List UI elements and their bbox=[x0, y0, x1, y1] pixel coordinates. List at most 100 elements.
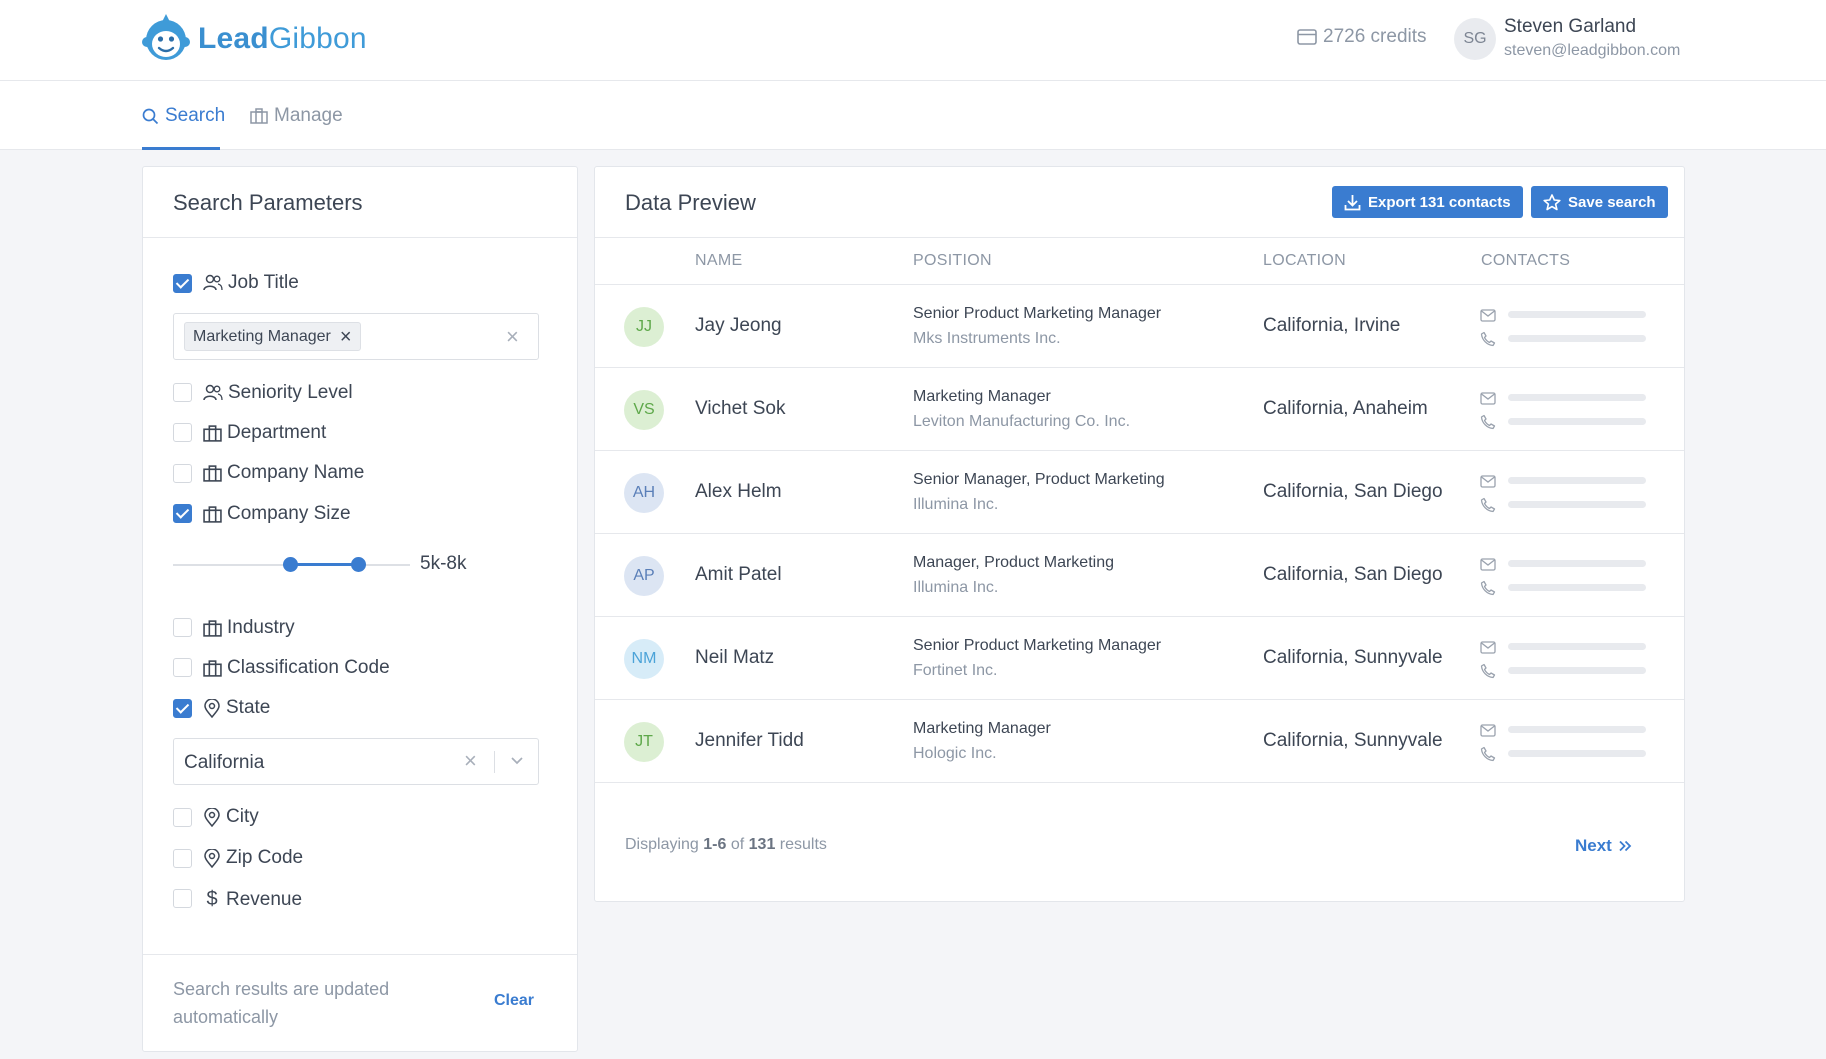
contact-name: Amit Patel bbox=[695, 564, 782, 585]
email-placeholder-bar bbox=[1508, 643, 1646, 650]
state-label: State bbox=[203, 697, 270, 719]
phone-icon bbox=[1480, 497, 1496, 513]
slider-max-handle[interactable] bbox=[351, 557, 366, 572]
contact-avatar: AP bbox=[624, 556, 664, 596]
contact-position: Manager, Product Marketing bbox=[913, 554, 1114, 571]
table-row[interactable]: VS Vichet Sok Marketing Manager Leviton Man… bbox=[595, 368, 1684, 451]
email-icon bbox=[1480, 309, 1496, 322]
contact-position: Senior Product Marketing Manager bbox=[913, 305, 1162, 322]
preview-header-divider bbox=[595, 237, 1684, 238]
search-parameters-panel bbox=[142, 166, 578, 1052]
table-row[interactable]: AP Amit Patel Manager, Product Marketing Il… bbox=[595, 534, 1684, 617]
phone-placeholder-bar bbox=[1508, 667, 1646, 674]
download-icon bbox=[1344, 194, 1361, 210]
location-pin-icon bbox=[204, 848, 220, 868]
seniority-checkbox[interactable] bbox=[173, 383, 192, 402]
phone-icon bbox=[1480, 663, 1496, 679]
email-placeholder-bar bbox=[1508, 726, 1646, 733]
state-select[interactable]: California × bbox=[173, 738, 539, 785]
building-icon bbox=[203, 659, 222, 677]
contact-company: Fortinet Inc. bbox=[913, 662, 998, 679]
users-icon bbox=[203, 384, 223, 401]
contact-name: Jennifer Tidd bbox=[695, 730, 804, 751]
job-title-checkbox[interactable] bbox=[173, 274, 192, 293]
contact-avatar: JT bbox=[624, 722, 664, 762]
email-placeholder-bar bbox=[1508, 477, 1646, 484]
table-row[interactable]: AH Alex Helm Senior Manager, Product Marke… bbox=[595, 451, 1684, 534]
industry-label: Industry bbox=[203, 617, 295, 639]
contact-location: California, San Diego bbox=[1263, 564, 1443, 585]
save-search-button[interactable]: Save search bbox=[1531, 186, 1668, 218]
contact-name: Vichet Sok bbox=[695, 398, 786, 419]
preview-panel-title: Data Preview bbox=[625, 190, 756, 215]
clear-job-title-icon[interactable]: × bbox=[506, 326, 519, 348]
user-avatar[interactable]: SG bbox=[1454, 18, 1496, 60]
email-placeholder-bar bbox=[1508, 560, 1646, 567]
export-contacts-button[interactable]: Export 131 contacts bbox=[1332, 186, 1523, 218]
table-row[interactable]: JJ Jay Jeong Senior Product Marketing Mana… bbox=[595, 285, 1684, 368]
table-row[interactable]: NM Neil Matz Senior Product Marketing Mana… bbox=[595, 617, 1684, 700]
contact-company: Illumina Inc. bbox=[913, 496, 999, 513]
state-select-value: California bbox=[184, 752, 265, 773]
table-row[interactable]: JT Jennifer Tidd Marketing Manager Hologic … bbox=[595, 700, 1684, 783]
revenue-label: $ Revenue bbox=[203, 888, 302, 911]
contact-name: Neil Matz bbox=[695, 647, 775, 668]
dollar-icon: $ bbox=[206, 888, 218, 910]
email-icon bbox=[1480, 641, 1496, 654]
seniority-label: Seniority Level bbox=[203, 382, 353, 404]
contact-position: Senior Product Marketing Manager bbox=[913, 637, 1162, 654]
active-tab-indicator bbox=[142, 147, 220, 150]
contact-company: Mks Instruments Inc. bbox=[913, 330, 1061, 347]
email-placeholder-bar bbox=[1508, 394, 1646, 401]
brand-name: LeadGibbon bbox=[198, 22, 367, 55]
users-icon bbox=[203, 274, 223, 291]
gibbon-logo-icon bbox=[142, 14, 190, 60]
city-checkbox[interactable] bbox=[173, 808, 192, 827]
phone-placeholder-bar bbox=[1508, 501, 1646, 508]
zip-code-checkbox[interactable] bbox=[173, 849, 192, 868]
clear-state-icon[interactable]: × bbox=[464, 750, 477, 772]
slider-min-handle[interactable] bbox=[283, 557, 298, 572]
credits-text: 2726 credits bbox=[1323, 26, 1427, 47]
department-checkbox[interactable] bbox=[173, 423, 192, 442]
credit-card-icon bbox=[1297, 29, 1317, 45]
remove-tag-icon[interactable]: × bbox=[340, 327, 352, 347]
industry-checkbox[interactable] bbox=[173, 618, 192, 637]
contact-location: California, Sunnyvale bbox=[1263, 730, 1443, 751]
contact-location: California, Sunnyvale bbox=[1263, 647, 1443, 668]
zip-code-label: Zip Code bbox=[203, 847, 303, 869]
clear-button[interactable]: Clear bbox=[494, 992, 534, 1010]
email-icon bbox=[1480, 475, 1496, 488]
company-size-slider-range bbox=[290, 563, 358, 566]
search-panel-footer-divider bbox=[143, 954, 577, 955]
logo[interactable]: LeadGibbon bbox=[141, 12, 367, 66]
tab-search-label: Search bbox=[165, 105, 226, 126]
state-checkbox[interactable] bbox=[173, 699, 192, 718]
company-size-range-value: 5k-8k bbox=[420, 553, 467, 574]
job-title-input[interactable]: Marketing Manager × × bbox=[173, 313, 539, 360]
contact-location: California, Anaheim bbox=[1263, 398, 1428, 419]
tab-search[interactable]: Search bbox=[142, 105, 225, 127]
credits-indicator: 2726 credits bbox=[1297, 26, 1427, 48]
classification-code-label: Classification Code bbox=[203, 657, 390, 679]
classification-code-checkbox[interactable] bbox=[173, 658, 192, 677]
chevron-down-icon[interactable] bbox=[510, 756, 524, 766]
contact-name: Jay Jeong bbox=[695, 315, 782, 336]
contact-position: Senior Manager, Product Marketing bbox=[913, 471, 1165, 488]
revenue-checkbox[interactable] bbox=[173, 889, 192, 908]
contact-company: Illumina Inc. bbox=[913, 579, 999, 596]
building-icon bbox=[203, 424, 222, 442]
column-header-location: LOCATION bbox=[1263, 252, 1347, 269]
tab-manage[interactable]: Manage bbox=[250, 105, 343, 127]
company-size-checkbox[interactable] bbox=[173, 504, 192, 523]
results-summary: Displaying 1-6 of 131 results bbox=[625, 836, 827, 853]
double-chevron-right-icon bbox=[1619, 840, 1632, 852]
auto-update-note: Search results are updated automatically bbox=[173, 979, 390, 1027]
user-name: Steven Garland bbox=[1504, 16, 1637, 37]
contact-avatar: NM bbox=[624, 639, 664, 679]
next-page-button[interactable]: Next bbox=[1575, 836, 1632, 856]
company-name-checkbox[interactable] bbox=[173, 464, 192, 483]
top-bar: LeadGibbon 2726 credits SG Steven Garlan… bbox=[0, 0, 1826, 81]
phone-icon bbox=[1480, 746, 1496, 762]
contact-name: Alex Helm bbox=[695, 481, 782, 502]
